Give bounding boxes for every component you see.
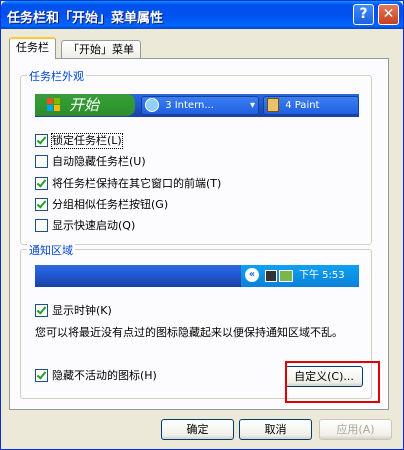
- checkbox-unchecked-icon: [35, 155, 48, 168]
- apply-button[interactable]: 应用(A): [319, 419, 392, 440]
- paint-icon: [267, 98, 279, 112]
- ok-button[interactable]: 确定: [161, 419, 234, 440]
- network-icon: [265, 270, 277, 282]
- tray-preview: « 下午 5:53: [35, 265, 359, 287]
- tab-panel: 任务栏外观 开始 3 Intern... ▾ 4 Paint 锁定任务栏(L) …: [9, 58, 389, 410]
- lock-taskbar-label: 锁定任务栏(L): [51, 133, 123, 149]
- system-tray-preview: « 下午 5:53: [241, 265, 359, 287]
- tray-clock: 下午 5:53: [299, 270, 345, 281]
- task-button-internet: 3 Intern... ▾: [141, 96, 259, 115]
- tab-start-menu[interactable]: 「开始」菜单: [61, 40, 141, 60]
- show-clock-label: 显示时钟(K): [52, 304, 112, 317]
- quick-launch-label: 显示快速启动(Q): [52, 219, 136, 232]
- highlight-annotation: [285, 361, 380, 403]
- start-label: 开始: [69, 96, 100, 114]
- checkbox-unchecked-icon: [35, 219, 48, 232]
- cancel-button[interactable]: 取消: [239, 419, 312, 440]
- notification-area-legend: 通知区域: [27, 242, 75, 258]
- help-button[interactable]: ?: [353, 4, 374, 25]
- close-button[interactable]: ✕: [378, 4, 399, 25]
- keep-on-top-label: 将任务栏保持在其它窗口的前端(T): [52, 177, 222, 190]
- checkbox-checked-icon: [35, 177, 48, 190]
- title-bar[interactable]: 任务栏和「开始」菜单属性 ? ✕: [1, 1, 403, 29]
- taskbar-appearance-group: 任务栏外观 开始 3 Intern... ▾ 4 Paint 锁定任务栏(L) …: [20, 68, 372, 245]
- checkbox-checked-icon: [35, 369, 48, 382]
- hide-inactive-label: 隐藏不活动的图标(H): [52, 369, 157, 382]
- task-button-paint: 4 Paint: [263, 96, 359, 115]
- chevron-down-icon: ▾: [249, 100, 255, 111]
- task-internet-label: 3 Intern...: [165, 100, 214, 111]
- taskbar-preview: 开始 3 Intern... ▾ 4 Paint: [35, 94, 359, 117]
- window-title: 任务栏和「开始」菜单属性: [7, 11, 164, 26]
- notification-description: 您可以将最近没有点过的图标隐藏起来以便保持通知区域不乱。: [35, 326, 343, 339]
- speaker-icon: [279, 270, 293, 282]
- task-paint-label: 4 Paint: [285, 100, 320, 111]
- start-button-preview: 开始: [35, 94, 135, 116]
- auto-hide-label: 自动隐藏任务栏(U): [52, 155, 146, 168]
- checkbox-checked-icon: [35, 134, 48, 147]
- windows-logo-icon: [47, 98, 60, 111]
- chevron-left-icon: «: [245, 268, 259, 282]
- taskbar-appearance-legend: 任务栏外观: [27, 68, 86, 84]
- tab-taskbar[interactable]: 任务栏: [9, 37, 56, 59]
- group-buttons-label: 分组相似任务栏按钮(G): [52, 198, 169, 211]
- checkbox-checked-icon: [35, 198, 48, 211]
- checkbox-checked-icon: [35, 304, 48, 317]
- properties-window: 任务栏和「开始」菜单属性 ? ✕ 任务栏 「开始」菜单 任务栏外观 开始 3 I…: [0, 0, 404, 450]
- ie-icon: [145, 98, 159, 112]
